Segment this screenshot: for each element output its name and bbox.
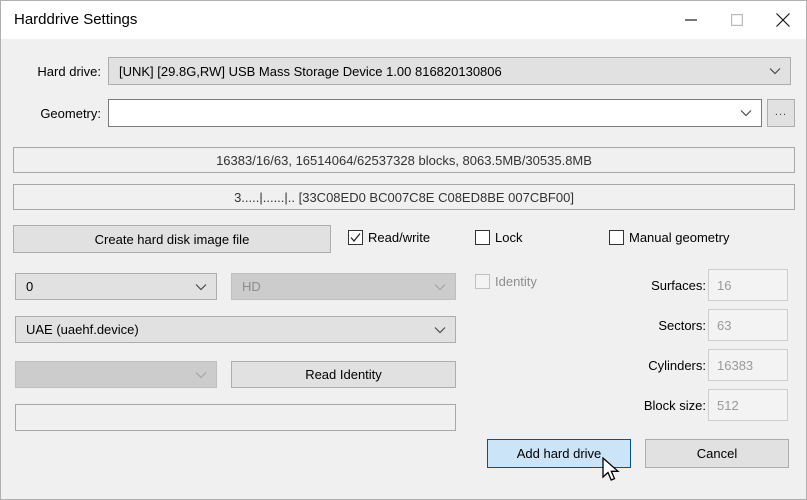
maximize-icon	[731, 14, 743, 26]
geometry-label: Geometry:	[40, 106, 101, 121]
add-hard-drive-button[interactable]: Add hard drive	[487, 439, 631, 468]
read-identity-button[interactable]: Read Identity	[231, 361, 456, 388]
controller-unit-select	[15, 361, 217, 388]
close-icon	[776, 13, 790, 27]
path-field[interactable]	[15, 404, 456, 431]
harddrive-label: Hard drive:	[37, 64, 101, 79]
minimize-button[interactable]	[668, 1, 714, 39]
chevron-down-icon	[434, 283, 446, 291]
checkbox-box	[348, 230, 363, 245]
minimize-icon	[685, 14, 697, 26]
lock-label: Lock	[495, 230, 523, 245]
drive-type-select: HD	[231, 273, 456, 300]
geometry-browse-button[interactable]: ...	[767, 99, 795, 127]
close-button[interactable]	[760, 1, 806, 39]
check-icon	[350, 233, 361, 242]
chevron-down-icon	[195, 283, 207, 291]
chevron-down-icon	[740, 109, 752, 117]
blocksize-label: Block size:	[643, 398, 706, 413]
unit-select-value: 0	[26, 279, 34, 294]
boot-block-info-bar: 3.....|......|.. [33C08ED0 BC007C8E C08E…	[13, 184, 795, 210]
blocksize-input[interactable]: 512	[708, 389, 788, 421]
readwrite-checkbox[interactable]: Read/write	[348, 230, 430, 245]
window-title: Harddrive Settings	[14, 11, 138, 28]
chevron-down-icon	[434, 326, 446, 334]
geometry-info-bar: 16383/16/63, 16514064/62537328 blocks, 8…	[13, 147, 795, 173]
sectors-label: Sectors:	[658, 318, 706, 333]
harddrive-select[interactable]: [UNK] [29.8G,RW] USB Mass Storage Device…	[108, 57, 791, 85]
harddrive-settings-dialog: Harddrive Settings Hard drive: [UNK] [29…	[0, 0, 807, 500]
cylinders-label: Cylinders:	[648, 358, 706, 373]
controller-select[interactable]: UAE (uaehf.device)	[15, 316, 456, 343]
drive-type-value: HD	[242, 279, 261, 294]
create-hard-disk-image-button[interactable]: Create hard disk image file	[13, 225, 331, 253]
chevron-down-icon	[769, 67, 781, 75]
unit-select[interactable]: 0	[15, 273, 217, 300]
surfaces-input[interactable]: 16	[708, 269, 788, 301]
cancel-button[interactable]: Cancel	[645, 439, 789, 468]
lock-checkbox[interactable]: Lock	[475, 230, 522, 245]
checkbox-box	[475, 230, 490, 245]
harddrive-select-value: [UNK] [29.8G,RW] USB Mass Storage Device…	[119, 63, 502, 79]
chevron-down-icon	[195, 371, 207, 379]
maximize-button[interactable]	[714, 1, 760, 39]
readwrite-label: Read/write	[368, 230, 431, 245]
identity-checkbox: Identity	[475, 274, 537, 289]
title-bar: Harddrive Settings	[1, 1, 806, 39]
geometry-select[interactable]	[108, 99, 762, 127]
surfaces-label: Surfaces:	[651, 278, 706, 293]
checkbox-box	[609, 230, 624, 245]
window-controls	[668, 1, 806, 39]
controller-select-value: UAE (uaehf.device)	[26, 322, 139, 337]
manual-geometry-checkbox[interactable]: Manual geometry	[609, 230, 729, 245]
sectors-input[interactable]: 63	[708, 309, 788, 341]
identity-label: Identity	[495, 274, 537, 289]
manual-geometry-label: Manual geometry	[629, 230, 730, 245]
checkbox-box	[475, 274, 490, 289]
cylinders-input[interactable]: 16383	[708, 349, 788, 381]
